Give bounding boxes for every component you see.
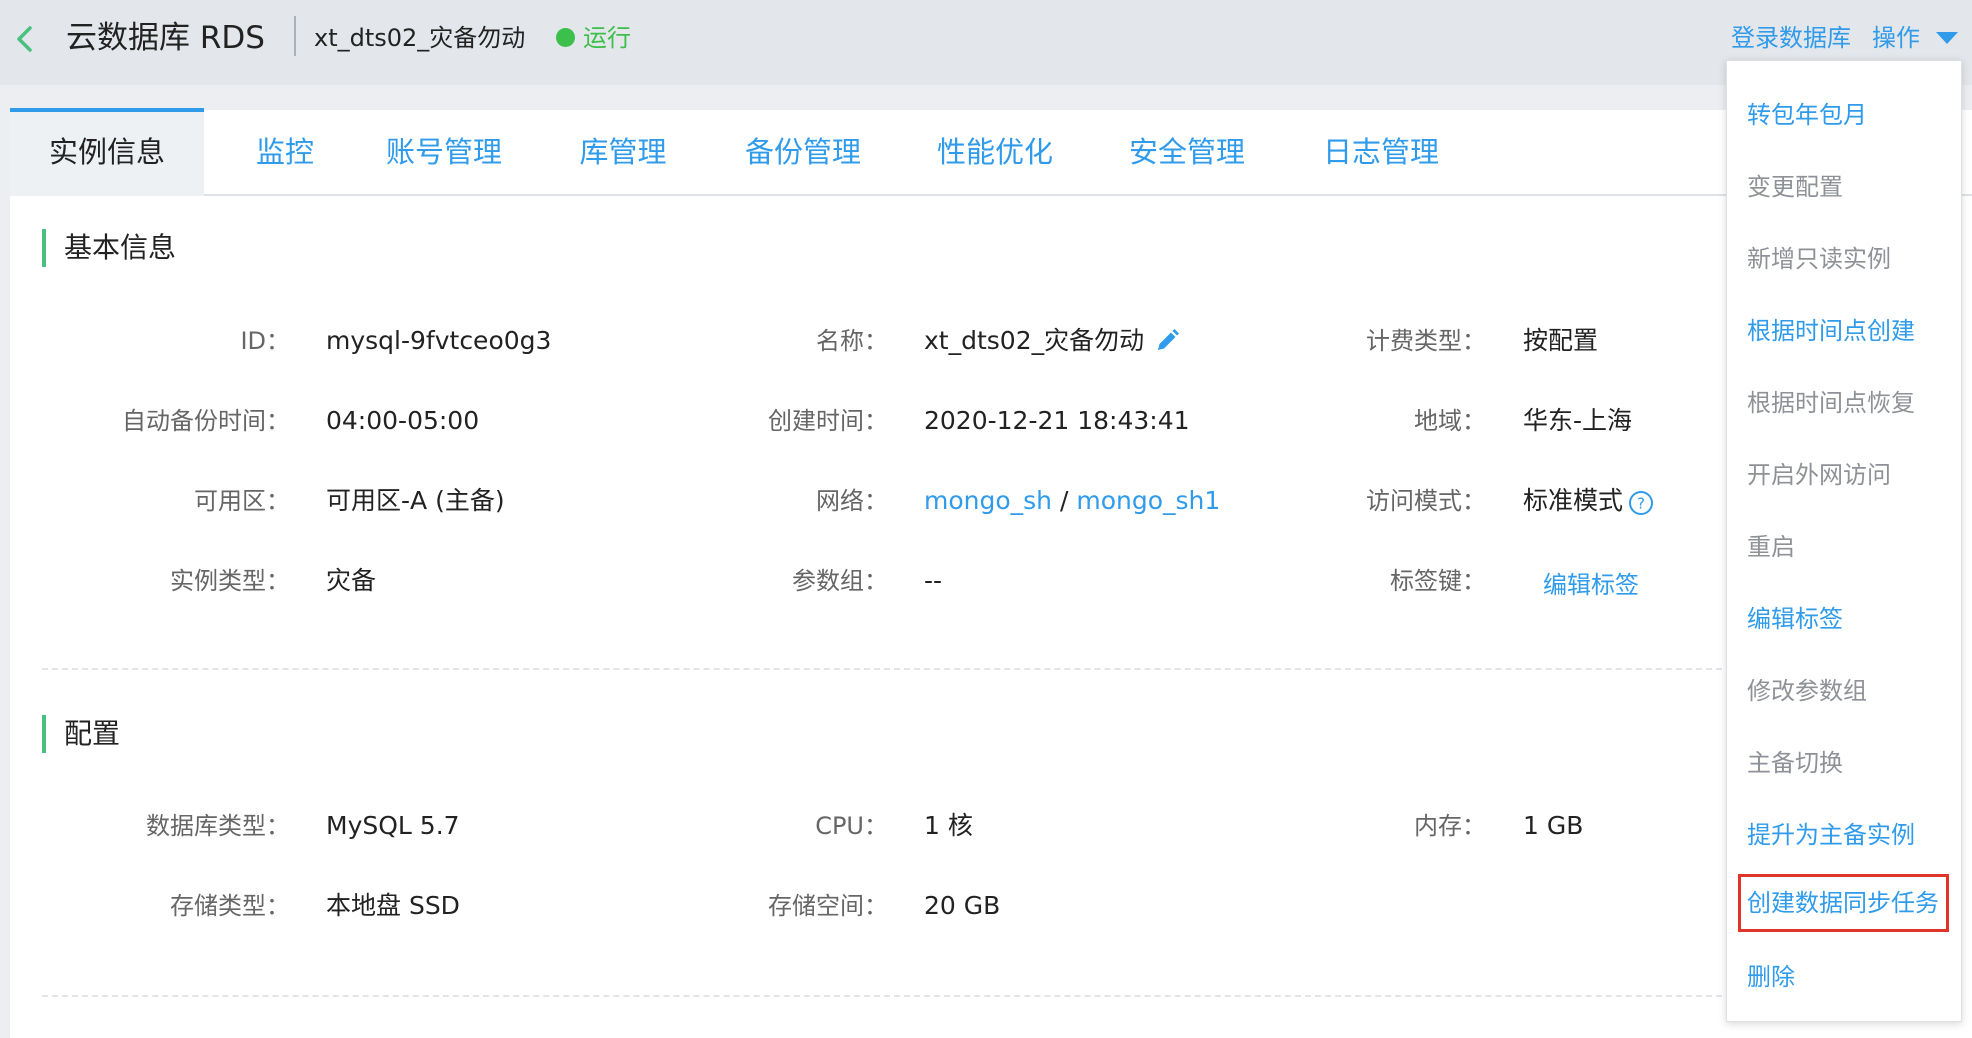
caret-down-icon[interactable] xyxy=(1936,32,1958,44)
status-dot-icon xyxy=(556,28,575,47)
operations-link[interactable]: 操作 xyxy=(1872,21,1920,55)
cpu-value: 1 核 xyxy=(924,811,973,840)
tab-backups[interactable]: 备份管理 xyxy=(728,110,878,194)
menu-item-restart[interactable]: 重启 xyxy=(1747,529,1795,565)
tab-performance[interactable]: 性能优化 xyxy=(920,110,1070,194)
backup-time-label: 自动备份时间： xyxy=(122,407,290,435)
help-icon[interactable]: ? xyxy=(1628,490,1654,516)
instance-type-label: 实例类型： xyxy=(170,567,290,595)
db-type-label: 数据库类型： xyxy=(146,812,290,840)
svg-text:?: ? xyxy=(1637,495,1645,513)
storage-space-value: 20 GB xyxy=(924,891,1001,920)
backup-time-value: 04:00-05:00 xyxy=(326,406,480,435)
menu-item-enable-public-access[interactable]: 开启外网访问 xyxy=(1747,457,1891,493)
section-divider xyxy=(42,668,1732,670)
name-label: 名称： xyxy=(816,327,888,355)
section-marker xyxy=(42,229,46,267)
edit-tags-link[interactable]: 编辑标签 xyxy=(1543,569,1639,601)
top-bar: 云数据库 RDS xt_dts02_灾备勿动 运行 登录数据库 操作 xyxy=(0,0,1972,85)
vpc-link[interactable]: mongo_sh xyxy=(924,486,1052,515)
access-mode-label: 访问模式： xyxy=(1366,487,1486,515)
section-marker xyxy=(42,715,46,753)
menu-item-add-readonly[interactable]: 新增只读实例 xyxy=(1747,241,1891,277)
network-label: 网络： xyxy=(816,487,888,515)
region-value: 华东-上海 xyxy=(1523,406,1633,435)
menu-item-promote-ha[interactable]: 提升为主备实例 xyxy=(1747,817,1915,853)
section-divider xyxy=(42,995,1732,997)
page-background xyxy=(0,85,1972,110)
instance-name: xt_dts02_灾备勿动 xyxy=(314,24,526,52)
tab-bar: 实例信息 监控 账号管理 库管理 备份管理 性能优化 安全管理 日志管理 xyxy=(10,108,1972,196)
zone-label: 可用区： xyxy=(194,487,290,515)
menu-item-failover[interactable]: 主备切换 xyxy=(1747,745,1843,781)
tab-accounts[interactable]: 账号管理 xyxy=(374,110,514,194)
login-database-link[interactable]: 登录数据库 xyxy=(1731,21,1851,55)
page-left-gutter xyxy=(0,110,10,1038)
app-title: 云数据库 RDS xyxy=(66,20,265,56)
basic-info-title: 基本信息 xyxy=(64,231,177,264)
zone-value: 可用区-A (主备) xyxy=(326,486,505,515)
name-value: xt_dts02_灾备勿动 xyxy=(924,326,1145,355)
billing-value: 按配置 xyxy=(1523,326,1599,355)
access-mode-value: 标准模式 xyxy=(1523,486,1624,515)
menu-item-delete[interactable]: 删除 xyxy=(1747,959,1795,995)
instance-type-value: 灾备 xyxy=(326,566,377,595)
network-separator: / xyxy=(1059,486,1069,515)
menu-item-restore-from-pitr[interactable]: 根据时间点恢复 xyxy=(1747,385,1915,421)
id-label: ID： xyxy=(240,327,290,355)
network-value: mongo_sh / mongo_sh1 xyxy=(924,485,1220,517)
created-label: 创建时间： xyxy=(768,407,888,435)
tab-instance-info[interactable]: 实例信息 xyxy=(10,108,204,196)
menu-item-convert-yearly[interactable]: 转包年包月 xyxy=(1747,97,1867,133)
tab-security[interactable]: 安全管理 xyxy=(1112,110,1262,194)
param-group-value: -- xyxy=(924,566,943,595)
highlight-annotation xyxy=(1738,874,1949,932)
status-text: 运行 xyxy=(583,24,631,52)
subnet-link[interactable]: mongo_sh1 xyxy=(1076,486,1220,515)
menu-item-change-config[interactable]: 变更配置 xyxy=(1747,169,1843,205)
memory-label: 内存： xyxy=(1414,812,1486,840)
config-title: 配置 xyxy=(64,717,121,750)
title-divider xyxy=(294,16,296,56)
menu-item-modify-param-group[interactable]: 修改参数组 xyxy=(1747,673,1867,709)
tag-key-label: 标签键： xyxy=(1390,567,1486,595)
storage-type-value: 本地盘 SSD xyxy=(326,891,460,920)
storage-type-label: 存储类型： xyxy=(170,892,290,920)
tab-logs[interactable]: 日志管理 xyxy=(1306,110,1456,194)
tab-databases[interactable]: 库管理 xyxy=(558,110,688,194)
storage-space-label: 存储空间： xyxy=(768,892,888,920)
menu-item-edit-tags[interactable]: 编辑标签 xyxy=(1747,601,1843,637)
cpu-label: CPU： xyxy=(815,812,888,840)
pencil-edit-icon[interactable] xyxy=(1154,328,1180,354)
param-group-label: 参数组： xyxy=(792,567,888,595)
region-label: 地域： xyxy=(1414,407,1486,435)
tab-monitor[interactable]: 监控 xyxy=(230,110,340,194)
menu-item-create-from-pitr[interactable]: 根据时间点创建 xyxy=(1747,313,1915,349)
id-value: mysql-9fvtceo0g3 xyxy=(326,326,552,355)
billing-label: 计费类型： xyxy=(1366,327,1486,355)
memory-value: 1 GB xyxy=(1523,811,1584,840)
chevron-left-icon[interactable] xyxy=(14,24,36,54)
db-type-value: MySQL 5.7 xyxy=(326,811,460,840)
created-value: 2020-12-21 18:43:41 xyxy=(924,406,1190,435)
